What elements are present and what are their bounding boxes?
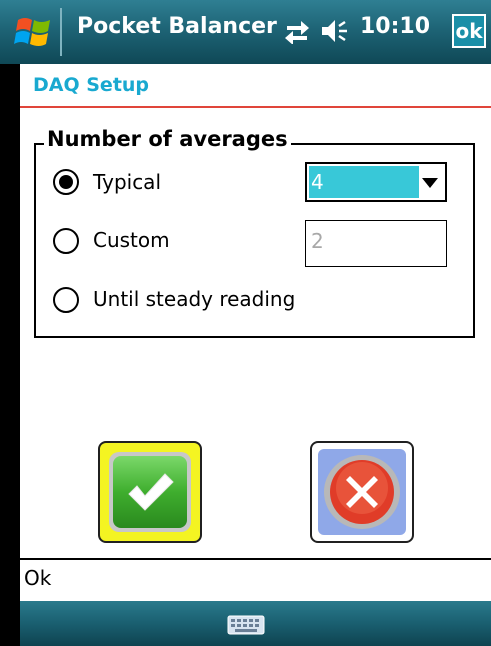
- custom-averages-input[interactable]: 2: [305, 220, 447, 267]
- radio-custom[interactable]: [53, 228, 79, 254]
- page-title: DAQ Setup: [33, 74, 150, 96]
- typical-averages-select[interactable]: 4: [305, 162, 447, 202]
- checkmark-icon: [128, 473, 174, 511]
- averages-group-legend: Number of averages: [44, 127, 291, 151]
- typical-averages-value: 4: [309, 166, 419, 198]
- radio-custom-label[interactable]: Custom: [93, 228, 170, 252]
- clock[interactable]: 10:10: [360, 14, 430, 39]
- cancel-button-face: [324, 455, 400, 529]
- screen: Pocket Balancer 10:10 ok DAQ Setup Numbe…: [0, 0, 491, 646]
- status-text: Ok: [24, 566, 52, 590]
- left-edge: [0, 64, 20, 601]
- keyboard-icon[interactable]: [222, 613, 270, 637]
- left-edge-bottom: [0, 601, 20, 646]
- radio-typical[interactable]: [53, 169, 79, 195]
- connectivity-arrows-icon: [285, 21, 309, 44]
- soft-key-bar: [0, 601, 491, 646]
- confirm-button-face: [113, 456, 187, 528]
- title-bar: Pocket Balancer 10:10 ok: [0, 0, 491, 64]
- radio-until-steady-label[interactable]: Until steady reading: [93, 287, 295, 311]
- radio-until-steady[interactable]: [53, 287, 79, 313]
- radio-typical-label[interactable]: Typical: [93, 170, 161, 194]
- speaker-icon[interactable]: [320, 18, 350, 44]
- cancel-button[interactable]: [310, 441, 414, 543]
- confirm-button[interactable]: [98, 441, 202, 543]
- radio-selected-dot: [59, 175, 73, 189]
- ok-button[interactable]: ok: [452, 14, 486, 48]
- windows-flag-icon: [14, 18, 50, 46]
- status-divider: [0, 558, 491, 560]
- cancel-x-icon: [330, 460, 394, 524]
- start-button[interactable]: [8, 8, 62, 56]
- title-divider: [20, 106, 491, 108]
- confirm-button-frame: [109, 452, 191, 532]
- cancel-button-frame: [318, 449, 406, 535]
- app-title: Pocket Balancer: [77, 14, 277, 39]
- chevron-down-icon: [422, 178, 438, 188]
